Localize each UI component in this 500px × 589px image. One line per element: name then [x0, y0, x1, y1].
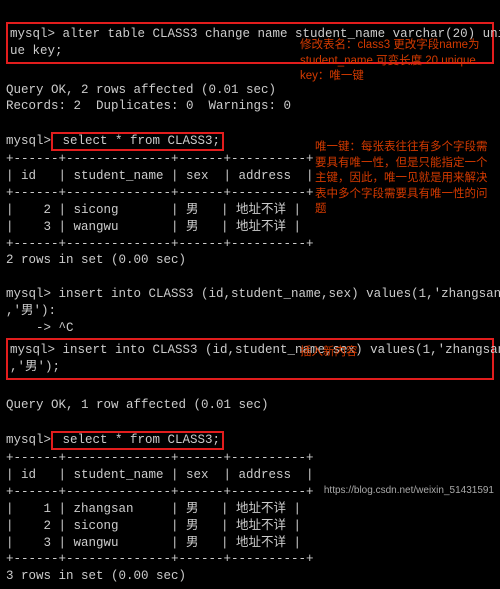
sql-insert-err-l3: -> ^C: [6, 321, 74, 335]
watermark: https://blog.csdn.net/weixin_51431591: [324, 484, 494, 498]
sql-insert-err-l1: insert into CLASS3 (id,student_name,sex)…: [51, 287, 500, 301]
tbl-head: | id | student_name | sex | address |: [6, 169, 314, 183]
prompt: mysql>: [10, 343, 55, 357]
tbl-foot: 2 rows in set (0.00 sec): [6, 253, 186, 267]
tbl-row: | 2 | sicong | 男 | 地址不详 |: [6, 203, 301, 217]
annotation-unique: 唯一键：每张表往往有多个字段需要具有唯一性，但是只能指定一个主键，因此，唯一见就…: [315, 140, 495, 218]
annotation-insert: 插入新内容: [300, 345, 358, 361]
tbl-sep: +------+--------------+------+----------…: [6, 485, 314, 499]
sql-insert-l2: ,'男');: [10, 360, 60, 374]
tbl-sep: +------+--------------+------+----------…: [6, 552, 314, 566]
tbl-foot: 3 rows in set (0.00 sec): [6, 569, 186, 583]
tbl-row: | 3 | wangwu | 男 | 地址不详 |: [6, 536, 301, 550]
hl-select2: select * from CLASS3;: [51, 431, 224, 450]
sql-alter-l2: ue key;: [10, 44, 63, 58]
tbl-sep: +------+--------------+------+----------…: [6, 152, 314, 166]
prompt: mysql>: [6, 134, 51, 148]
tbl-sep: +------+--------------+------+----------…: [6, 186, 314, 200]
annotation-alter: 修改表名：class3 更改字段name为 student_name 可变长度 …: [300, 38, 490, 85]
hl-insert: mysql> insert into CLASS3 (id,student_na…: [6, 338, 494, 380]
tbl-row: | 3 | wangwu | 男 | 地址不详 |: [6, 220, 301, 234]
prompt: mysql>: [6, 433, 51, 447]
terminal: mysql> alter table CLASS3 change name st…: [0, 0, 500, 589]
prompt: mysql>: [6, 287, 51, 301]
tbl-sep: +------+--------------+------+----------…: [6, 237, 314, 251]
sql-insert-err-l2: ,'男'):: [6, 304, 56, 318]
result-insert: Query OK, 1 row affected (0.01 sec): [6, 398, 269, 412]
result-alter-l1: Query OK, 2 rows affected (0.01 sec): [6, 83, 276, 97]
result-alter-l2: Records: 2 Duplicates: 0 Warnings: 0: [6, 99, 291, 113]
hl-select1: select * from CLASS3;: [51, 132, 224, 151]
sql-select1: select * from CLASS3;: [55, 134, 220, 148]
tbl-head: | id | student_name | sex | address |: [6, 468, 314, 482]
prompt: mysql>: [10, 27, 55, 41]
sql-insert-l1: insert into CLASS3 (id,student_name,sex)…: [55, 343, 500, 357]
sql-select2: select * from CLASS3;: [55, 433, 220, 447]
tbl-row: | 2 | sicong | 男 | 地址不详 |: [6, 519, 301, 533]
tbl-row: | 1 | zhangsan | 男 | 地址不详 |: [6, 502, 301, 516]
tbl-sep: +------+--------------+------+----------…: [6, 451, 314, 465]
